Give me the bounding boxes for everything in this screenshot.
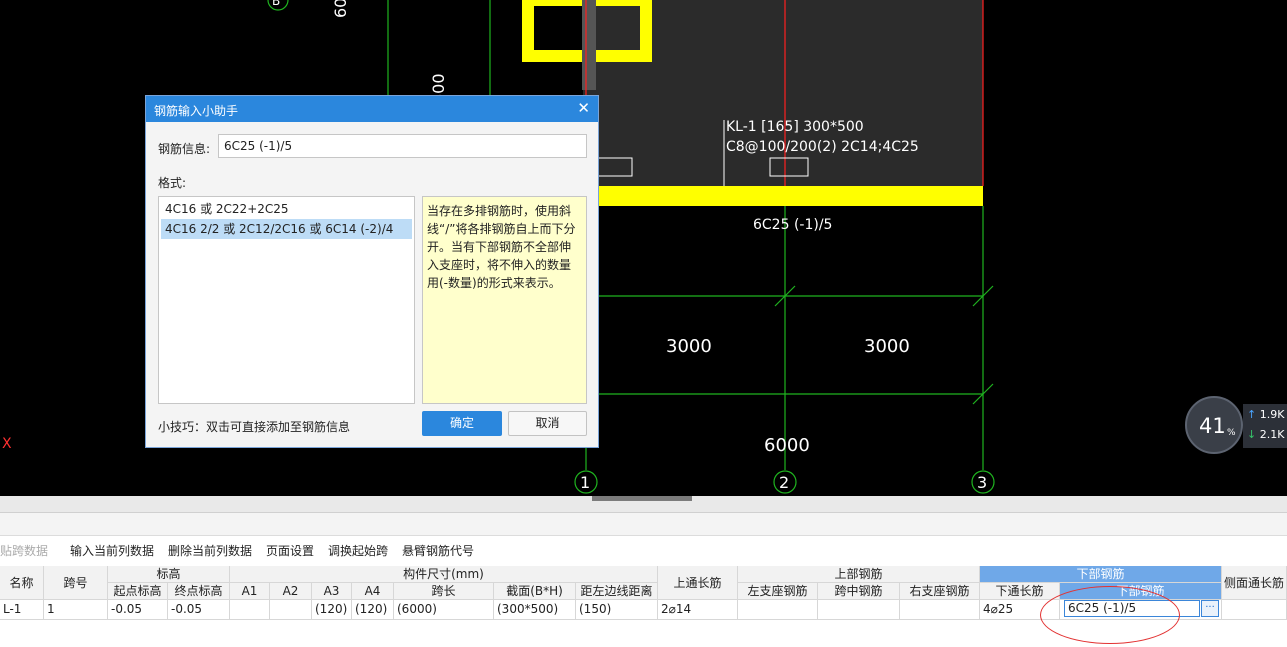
- col-header-a4[interactable]: A4: [352, 583, 394, 600]
- col-header-top-rebar: 上部钢筋: [738, 566, 980, 583]
- col-header-name[interactable]: 名称: [0, 566, 44, 600]
- dialog-title: 钢筋输入小助手: [154, 104, 239, 118]
- format-option[interactable]: 4C16 或 2C22+2C25: [161, 199, 412, 219]
- cell-mid-span[interactable]: [818, 600, 900, 620]
- page-setup-button[interactable]: 页面设置: [266, 542, 314, 559]
- cancel-button[interactable]: 取消: [508, 411, 587, 436]
- format-help-text: 当存在多排钢筋时，使用斜线“/”将各排钢筋自上而下分开。当有下部钢筋不全部伸入支…: [422, 196, 587, 404]
- rebar-info-input[interactable]: 6C25 (-1)/5: [218, 134, 587, 158]
- col-header-bottom-through[interactable]: 下通长筋: [980, 583, 1060, 600]
- cell-a2[interactable]: [270, 600, 312, 620]
- col-header-a2[interactable]: A2: [270, 583, 312, 600]
- delete-column-button[interactable]: 删除当前列数据: [168, 542, 252, 559]
- rebar-input-dialog: 钢筋输入小助手 ✕ 钢筋信息: 6C25 (-1)/5 格式: 4C16 或 2…: [145, 95, 599, 448]
- bottom-panel: 粘贴跨数据 输入当前列数据 删除当前列数据 页面设置 调换起始跨 悬臂钢筋代号 …: [0, 496, 1287, 647]
- col-header-elevation: 标高: [108, 566, 230, 583]
- cell-span[interactable]: 1: [44, 600, 108, 620]
- col-header-elev-start[interactable]: 起点标高: [108, 583, 168, 600]
- col-header-span[interactable]: 跨号: [44, 566, 108, 600]
- col-header-top-through[interactable]: 上通长筋: [658, 566, 738, 600]
- upload-arrow-icon: ↑: [1247, 408, 1257, 421]
- close-icon[interactable]: ✕: [577, 99, 590, 117]
- cell-section[interactable]: (300*500): [494, 600, 576, 620]
- cell-a4[interactable]: (120): [352, 600, 394, 620]
- dialog-titlebar[interactable]: 钢筋输入小助手 ✕: [146, 96, 598, 122]
- col-header-a1[interactable]: A1: [230, 583, 270, 600]
- col-header-right-support[interactable]: 右支座钢筋: [900, 583, 980, 600]
- cell-elev-end[interactable]: -0.05: [168, 600, 230, 620]
- dim-span-2: 3000: [864, 336, 910, 357]
- network-speed-widget[interactable]: ↑ 1.9K ↓ 2.1K 41 %: [1185, 396, 1287, 456]
- dim-span-1: 3000: [666, 336, 712, 357]
- col-header-section[interactable]: 截面(B*H): [494, 583, 576, 600]
- col-header-side-through[interactable]: 侧面通长筋: [1222, 566, 1287, 600]
- swap-start-span-button[interactable]: 调换起始跨: [328, 542, 388, 559]
- col-header-mid-span[interactable]: 跨中钢筋: [818, 583, 900, 600]
- usage-gauge: 41 %: [1185, 396, 1243, 454]
- cell-name[interactable]: L-1: [0, 600, 44, 620]
- cell-a3[interactable]: (120): [312, 600, 352, 620]
- col-header-elev-end[interactable]: 终点标高: [168, 583, 230, 600]
- table-toolbar: 粘贴跨数据 输入当前列数据 删除当前列数据 页面设置 调换起始跨 悬臂钢筋代号: [0, 536, 1287, 562]
- col-header-span-length[interactable]: 跨长: [394, 583, 494, 600]
- beam-label-2: C8@100/200(2) 2C14;4C25: [726, 139, 919, 155]
- col-header-a3[interactable]: A3: [312, 583, 352, 600]
- cell-right-support[interactable]: [900, 600, 980, 620]
- download-rate: 2.1K: [1259, 428, 1285, 441]
- usage-percent: 41: [1199, 414, 1226, 438]
- cell-side-through[interactable]: [1222, 600, 1287, 620]
- cell-span-length[interactable]: (6000): [394, 600, 494, 620]
- col-header-size: 构件尺寸(mm): [230, 566, 658, 583]
- rebar-info-label: 钢筋信息:: [158, 142, 211, 156]
- format-label: 格式:: [158, 176, 187, 190]
- upload-rate: 1.9K: [1259, 408, 1285, 421]
- input-column-button[interactable]: 输入当前列数据: [70, 542, 154, 559]
- format-option-selected[interactable]: 4C16 2/2 或 2C12/2C16 或 6C14 (-2)/4: [161, 219, 412, 239]
- splitter-handle[interactable]: [592, 496, 692, 501]
- cell-top-through[interactable]: 2⌀14: [658, 600, 738, 620]
- download-arrow-icon: ↓: [1247, 428, 1257, 441]
- cell-elev-start[interactable]: -0.05: [108, 600, 168, 620]
- percent-symbol: %: [1227, 428, 1236, 438]
- column-inner: [582, 0, 596, 90]
- tip-text: 小技巧：双击可直接添加至钢筋信息: [158, 420, 351, 434]
- axis-label-1: 1: [580, 473, 590, 492]
- x-axis-mark: X: [2, 436, 12, 452]
- cantilever-code-button[interactable]: 悬臂钢筋代号: [402, 542, 474, 559]
- annotation-circle: [1040, 586, 1180, 644]
- beam-band: [583, 186, 983, 206]
- network-rates-panel: ↑ 1.9K ↓ 2.1K: [1243, 404, 1287, 448]
- cell-edge-distance[interactable]: (150): [576, 600, 658, 620]
- toolbar-strip: [0, 513, 1287, 536]
- dim-total: 6000: [764, 435, 810, 456]
- format-list[interactable]: 4C16 或 2C22+2C25 4C16 2/2 或 2C12/2C16 或 …: [158, 196, 415, 404]
- paste-span-data-button[interactable]: 粘贴跨数据: [0, 542, 48, 559]
- axis-top-label: B: [272, 0, 280, 8]
- vert-dim-1: 600: [331, 0, 350, 18]
- panel-splitter[interactable]: [0, 496, 1287, 513]
- axis-label-3: 3: [977, 473, 987, 492]
- col-header-left-support[interactable]: 左支座钢筋: [738, 583, 818, 600]
- beam-label-1: KL-1 [165] 300*500: [726, 119, 864, 135]
- col-header-bottom-rebar-group: 下部钢筋: [980, 566, 1222, 583]
- col-header-edge-distance[interactable]: 距左边线距离: [576, 583, 658, 600]
- axis-label-2: 2: [779, 473, 789, 492]
- ok-button[interactable]: 确定: [422, 411, 502, 436]
- ellipsis-button[interactable]: ···: [1201, 600, 1219, 617]
- cell-a1[interactable]: [230, 600, 270, 620]
- cell-left-support[interactable]: [738, 600, 818, 620]
- bottom-rebar-label: 6C25 (-1)/5: [753, 217, 832, 233]
